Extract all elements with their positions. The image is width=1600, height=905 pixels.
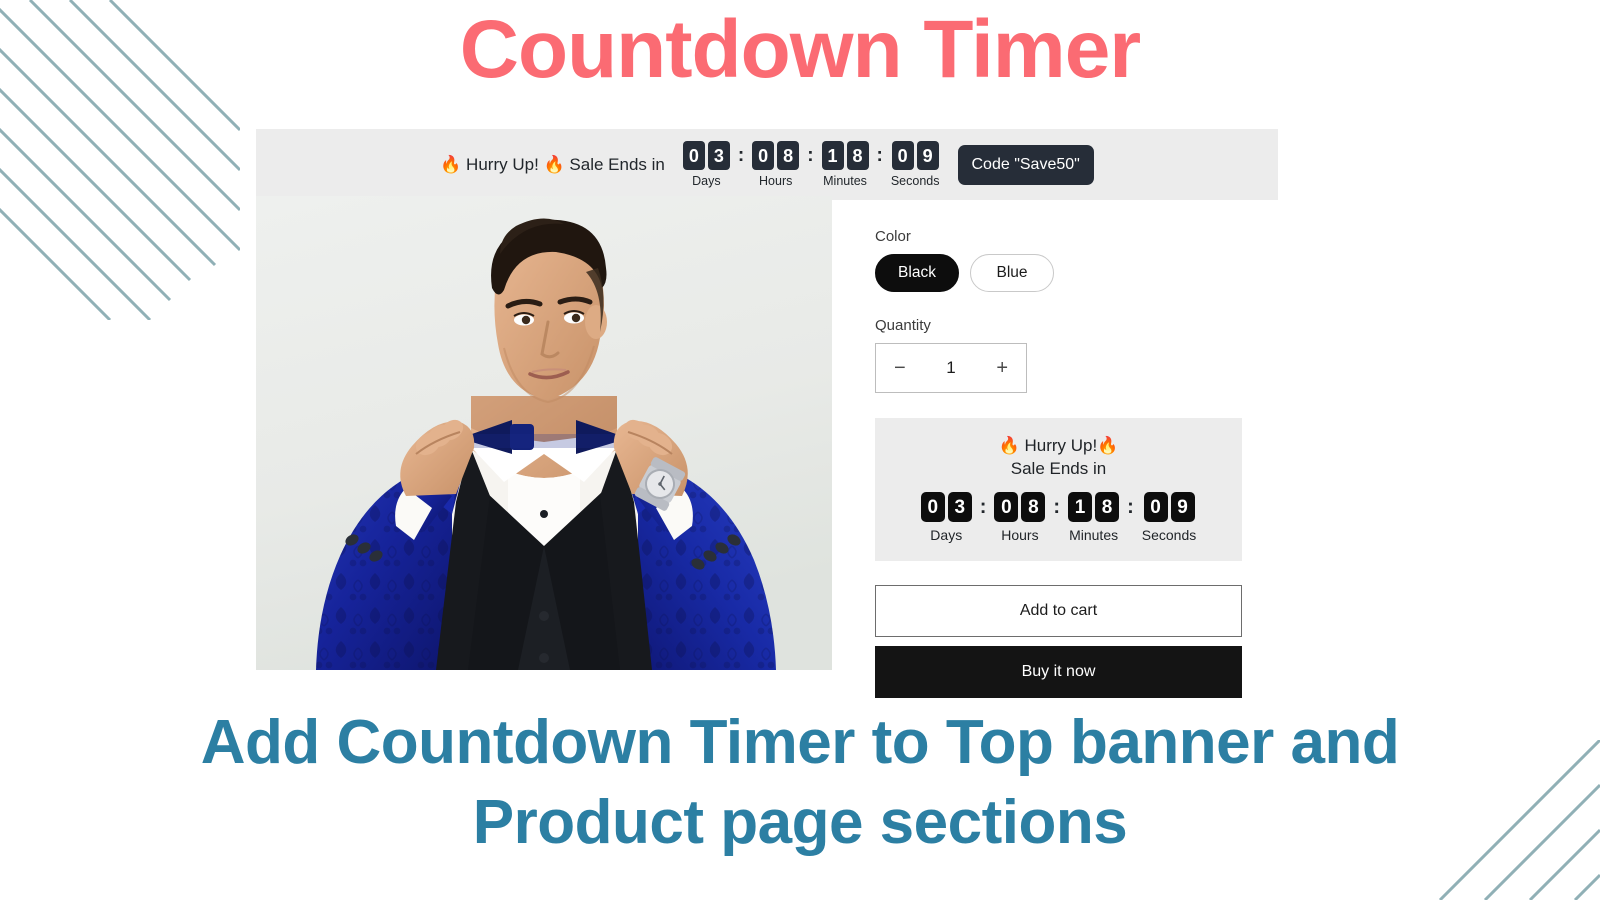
quantity-decrement-button[interactable]: −: [894, 358, 906, 378]
product-countdown-timer: 0 3 Days : 0 8 Hours : 1 8 Minutes: 0 9…: [885, 492, 1232, 543]
digit-tens: 1: [821, 141, 844, 170]
product-countdown-panel: 🔥 Hurry Up!🔥 Sale Ends in 0 3 Days : 0 8…: [875, 418, 1242, 561]
countdown-unit-seconds: 0 9 Seconds: [891, 141, 940, 188]
digit-tens: 0: [752, 141, 775, 170]
countdown-unit-days: 0 3 Days: [920, 492, 972, 543]
announcement-bar: 🔥 Hurry Up! 🔥 Sale Ends in 0 3 Days : 0 …: [256, 129, 1278, 200]
countdown-unit-seconds: 0 9 Seconds: [1142, 492, 1196, 543]
countdown-separator: :: [1127, 496, 1134, 518]
digit-ones: 8: [846, 141, 869, 170]
digit-ones: 8: [1095, 492, 1120, 522]
digit-ones: 3: [947, 492, 972, 522]
digit-tens: 0: [682, 141, 705, 170]
digit-ones: 8: [777, 141, 800, 170]
digit-tens: 1: [1068, 492, 1093, 522]
countdown-unit-minutes: 1 8 Minutes: [821, 141, 869, 188]
product-image[interactable]: [256, 196, 832, 670]
countdown-separator: :: [876, 145, 883, 166]
countdown-unit-hours: 0 8 Hours: [752, 141, 800, 188]
color-option-blue[interactable]: Blue: [970, 254, 1054, 292]
countdown-digits: 0 3: [682, 141, 730, 170]
countdown-label: Minutes: [823, 174, 867, 188]
countdown-unit-minutes: 1 8 Minutes: [1068, 492, 1120, 543]
digit-tens: 0: [1143, 492, 1168, 522]
countdown-unit-days: 0 3 Days: [682, 141, 730, 188]
countdown-separator: :: [1053, 496, 1061, 518]
countdown-unit-hours: 0 8 Hours: [994, 492, 1046, 543]
countdown-label: Hours: [1001, 527, 1039, 543]
countdown-label: Minutes: [1069, 527, 1119, 543]
quantity-value[interactable]: 1: [946, 358, 955, 378]
quantity-label: Quantity: [875, 317, 931, 334]
color-swatches: Black Blue: [875, 254, 1242, 292]
product-page: Color Black Blue Quantity − 1 + 🔥 Hurry …: [256, 196, 1278, 698]
digit-ones: 9: [916, 141, 939, 170]
countdown-headline-2: Sale Ends in: [1010, 459, 1107, 478]
store-preview: 🔥 Hurry Up! 🔥 Sale Ends in 0 3 Days : 0 …: [256, 129, 1278, 698]
subtitle-line-2: Product page sections: [472, 788, 1128, 857]
quantity-stepper[interactable]: − 1 +: [875, 343, 1027, 393]
countdown-label: Days: [930, 527, 963, 543]
banner-countdown-timer: 0 3 Days : 0 8 Hours : 1 8 Minutes: 0 9…: [682, 141, 940, 188]
page-subtitle: Add Countdown Timer to Top banner and Pr…: [0, 703, 1600, 863]
product-details: Color Black Blue Quantity − 1 + 🔥 Hurry …: [875, 228, 1242, 698]
buy-it-now-button[interactable]: Buy it now: [875, 646, 1242, 698]
countdown-label: Seconds: [890, 174, 940, 188]
countdown-separator: :: [979, 496, 987, 518]
product-photo-illustration: [256, 196, 832, 670]
digit-ones: 8: [1021, 492, 1046, 522]
announcement-message: 🔥 Hurry Up! 🔥 Sale Ends in: [440, 154, 665, 174]
countdown-digits: 1 8: [1068, 492, 1120, 522]
subtitle-line-1: Add Countdown Timer to Top banner and: [200, 708, 1400, 777]
countdown-separator: :: [807, 145, 814, 166]
digit-tens: 0: [891, 141, 914, 170]
countdown-headline-1: 🔥 Hurry Up!🔥: [998, 436, 1119, 455]
digit-ones: 3: [707, 141, 730, 170]
countdown-label: Seconds: [1141, 527, 1197, 543]
digit-tens: 0: [994, 492, 1019, 522]
countdown-separator: :: [737, 145, 745, 166]
quantity-increment-button[interactable]: +: [996, 358, 1008, 378]
countdown-digits: 0 9: [1143, 492, 1195, 522]
countdown-label: Hours: [759, 174, 793, 188]
page-title: Countdown Timer: [459, 4, 1141, 95]
countdown-digits: 0 3: [920, 492, 972, 522]
digit-ones: 9: [1170, 492, 1195, 522]
digit-tens: 0: [920, 492, 945, 522]
countdown-digits: 1 8: [821, 141, 869, 170]
countdown-digits: 0 9: [891, 141, 939, 170]
add-to-cart-button[interactable]: Add to cart: [875, 585, 1242, 637]
color-label: Color: [875, 228, 911, 245]
discount-code-button[interactable]: Code "Save50": [957, 144, 1094, 185]
color-option-black[interactable]: Black: [875, 254, 959, 292]
countdown-digits: 0 8: [994, 492, 1046, 522]
countdown-digits: 0 8: [752, 141, 800, 170]
countdown-label: Days: [692, 174, 721, 188]
